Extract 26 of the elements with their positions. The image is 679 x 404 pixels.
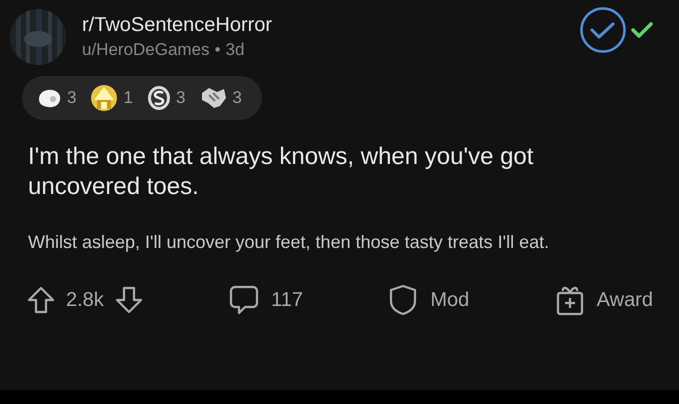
comment-icon — [229, 284, 260, 316]
verified-check-icon[interactable] — [579, 6, 627, 54]
award-icon — [90, 84, 118, 112]
award-count: 1 — [123, 88, 133, 108]
award-count: 3 — [176, 88, 186, 108]
award-button[interactable]: Award — [554, 284, 653, 316]
award-count: 3 — [232, 88, 242, 108]
post-age: 3d — [226, 40, 244, 60]
award-icon — [146, 85, 171, 111]
award-icon — [36, 87, 62, 109]
shield-icon — [388, 284, 418, 316]
awards-bar[interactable]: 3 1 3 3 — [22, 76, 262, 120]
check-icon — [631, 21, 653, 39]
gift-icon — [554, 284, 585, 316]
award-icon — [199, 85, 228, 111]
comments-button[interactable]: 117 — [229, 284, 304, 316]
award-count: 3 — [67, 88, 76, 108]
vote-score: 2.8k — [66, 288, 104, 312]
post-title: I'm the one that always knows, when you've got uncovered toes. — [28, 142, 534, 202]
separator: • — [214, 40, 221, 60]
downvote-icon[interactable] — [114, 285, 144, 315]
post-body: Whilst asleep, I'll uncover your feet, then those tasty treats I'll eat. — [28, 231, 550, 254]
subreddit-name[interactable]: r/TwoSentenceHorror — [82, 14, 563, 37]
author-name[interactable]: u/HeroDeGames — [82, 40, 210, 60]
mod-button[interactable]: Mod — [388, 284, 470, 316]
upvote-icon[interactable] — [26, 285, 56, 315]
